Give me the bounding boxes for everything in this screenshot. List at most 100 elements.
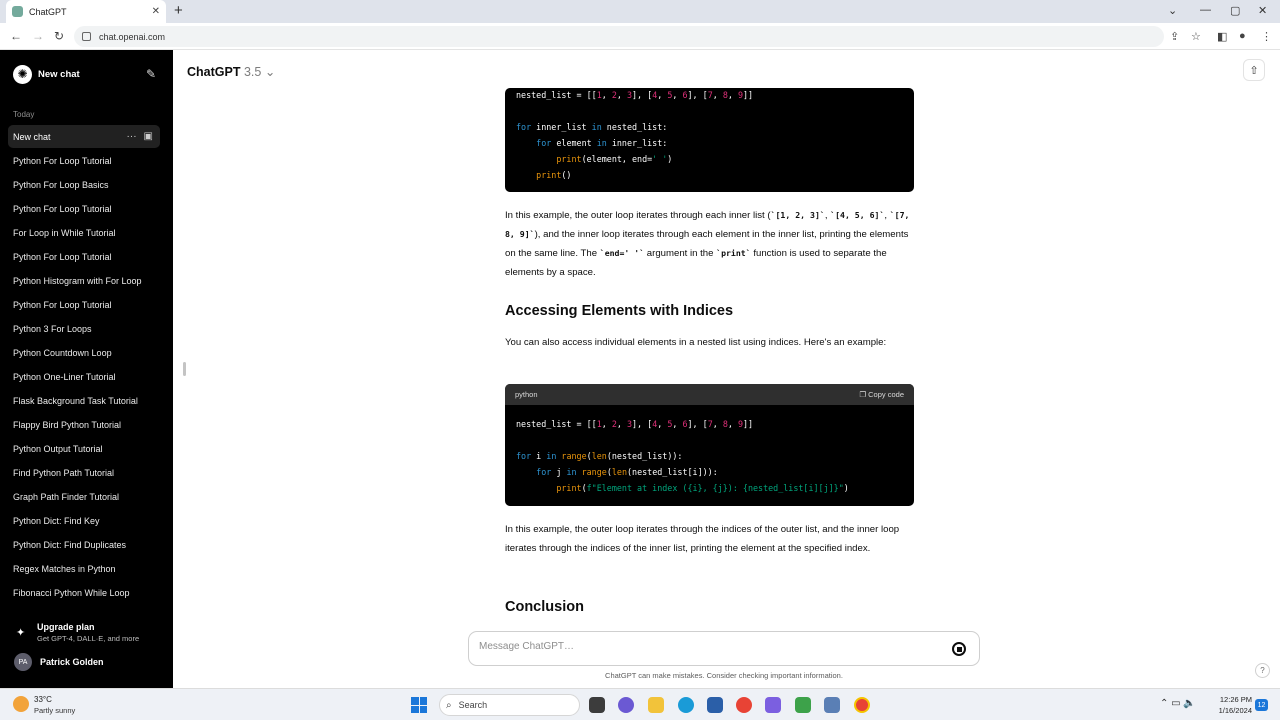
clock-time[interactable]: 12:26 PM — [1218, 695, 1252, 704]
code-block: python ❐ Copy code nested_list = [[1, 2,… — [505, 384, 914, 506]
browser-menu-icon[interactable]: ⋮ — [1261, 30, 1272, 43]
code-line: for j in range(len(nested_list[i])): — [536, 467, 718, 477]
section-today-label: Today — [13, 110, 35, 119]
upgrade-subtitle: Get GPT-4, DALL·E, and more — [37, 634, 140, 643]
inline-code: `[1, 2, 3]` — [770, 210, 825, 220]
compose-icon[interactable]: ✎ — [146, 67, 156, 81]
new-chat-label: New chat — [38, 68, 80, 80]
notification-badge[interactable]: 12 — [1255, 699, 1268, 711]
text-run: In this example, the outer loop iterates… — [505, 210, 771, 221]
sidebar-chat-item[interactable]: Python Output Tutorial — [13, 442, 161, 456]
taskbar-search-label: Search — [458, 700, 488, 710]
tab-title: ChatGPT — [29, 6, 67, 17]
code-line: print(element, end=' ') — [556, 154, 673, 164]
inline-code: `[4, 5, 6]` — [830, 210, 885, 220]
sidebar-chat-item[interactable]: Python Dict: Find Key — [13, 514, 161, 528]
sidebar-chat-item[interactable]: Python Countdown Loop — [13, 346, 161, 360]
sidebar-chat-item[interactable]: Flask Background Task Tutorial — [13, 394, 161, 408]
response-paragraph: You can also access individual elements … — [505, 337, 887, 348]
volume-icon[interactable]: 🔈 — [1183, 698, 1195, 709]
inline-code: `end=' '` — [599, 248, 645, 258]
browser-tab[interactable]: ChatGPT ✕ — [6, 0, 166, 23]
tab-search-icon[interactable]: ⌄ — [1168, 4, 1177, 17]
sidebar-chat-item[interactable]: Python 3 For Loops — [13, 322, 161, 336]
copy-code-button[interactable]: ❐ Copy code — [859, 390, 904, 399]
site-info-icon[interactable] — [82, 32, 91, 41]
stop-generating-button[interactable] — [952, 642, 966, 656]
sidebar-chat-item[interactable]: Python For Loop Tutorial — [13, 154, 161, 168]
chevron-up-icon[interactable]: ⌃ — [1160, 698, 1168, 709]
window-close-icon[interactable]: ✕ — [1258, 4, 1267, 17]
sidebar-chat-item[interactable]: Python For Loop Tutorial — [13, 202, 161, 216]
sidebar-chat-item[interactable]: Python For Loop Tutorial — [13, 250, 161, 264]
weather-sun-icon[interactable] — [13, 696, 29, 712]
message-composer — [468, 631, 980, 666]
code-line: print() — [536, 170, 572, 180]
help-button[interactable]: ? — [1255, 663, 1270, 678]
sidebar-chat-item[interactable]: Python One-Liner Tutorial — [13, 370, 161, 384]
new-chat-button[interactable]: ✺ New chat ✎ — [8, 60, 160, 88]
code-line: for i in range(len(nested_list)): — [516, 451, 683, 461]
bookmark-star-icon[interactable]: ☆ — [1191, 30, 1201, 43]
edge-browser-icon[interactable] — [678, 697, 694, 713]
code-block-header: python ❐ Copy code — [505, 384, 914, 405]
code-line: nested_list = [[1, 2, 3], [4, 5, 6], [7,… — [516, 419, 754, 429]
store-icon[interactable] — [707, 697, 723, 713]
notepad-icon[interactable] — [795, 697, 811, 713]
chrome-icon[interactable] — [736, 697, 752, 713]
sidebar-collapse-handle[interactable] — [183, 362, 186, 376]
share-page-icon[interactable]: ⇪ — [1170, 30, 1179, 43]
chrome-active-icon[interactable] — [854, 697, 870, 713]
sidebar: ✺ New chat ✎ Today New chat ··· ▣ Python… — [0, 50, 173, 688]
upgrade-plan-button[interactable]: ✦ Upgrade plan Get GPT-4, DALL·E, and mo… — [14, 621, 164, 645]
profile-icon[interactable]: ● — [1239, 30, 1246, 42]
sparkle-icon: ✦ — [16, 627, 26, 639]
browser-tabstrip: ChatGPT ✕ + ⌄ — ▢ ✕ — [0, 0, 1280, 23]
network-icon[interactable]: ▭ — [1171, 698, 1180, 709]
user-menu[interactable]: PA Patrick Golden — [14, 653, 104, 671]
model-selector[interactable]: ChatGPT 3.5 ⌄ — [187, 64, 275, 79]
windows-start-icon[interactable] — [411, 697, 427, 713]
model-name: ChatGPT — [187, 65, 241, 79]
message-input[interactable] — [479, 641, 919, 652]
sidebar-chat-item[interactable]: Flappy Bird Python Tutorial — [13, 418, 161, 432]
taskbar-search[interactable]: ⌕ Search — [439, 694, 580, 716]
sidebar-chat-item[interactable]: For Loop in While Tutorial — [13, 226, 161, 240]
sidebar-chat-item[interactable]: Find Python Path Tutorial — [13, 466, 161, 480]
reload-icon[interactable]: ↻ — [54, 29, 64, 43]
back-icon[interactable]: ← — [10, 29, 22, 43]
copy-code-label: Copy code — [868, 390, 904, 399]
maximize-icon[interactable]: ▢ — [1230, 4, 1240, 17]
remote-desktop-icon[interactable] — [824, 697, 840, 713]
sidebar-chat-item[interactable]: Python For Loop Basics — [13, 178, 161, 192]
tab-close-icon[interactable]: ✕ — [152, 6, 160, 17]
sidebar-chat-item[interactable]: Python Dict: Find Duplicates — [13, 538, 161, 552]
stop-icon — [956, 646, 962, 652]
archive-icon[interactable]: ▣ — [144, 131, 153, 142]
sidebar-chat-item[interactable]: Graph Path Finder Tutorial — [13, 490, 161, 504]
model-version: 3.5 — [243, 65, 262, 79]
code-line: nested_list = [[1, 2, 3], [4, 5, 6], [7,… — [516, 90, 754, 100]
system-tray[interactable]: ⌃ ▭ 🔈 — [1160, 698, 1196, 709]
task-view-icon[interactable] — [589, 697, 605, 713]
minimize-icon[interactable]: — — [1200, 4, 1211, 16]
forward-icon[interactable]: → — [32, 29, 44, 43]
address-bar[interactable]: chat.openai.com — [74, 26, 1164, 47]
side-panel-icon[interactable]: ◧ — [1217, 30, 1227, 43]
sidebar-item-active[interactable]: New chat ··· ▣ — [8, 125, 160, 148]
sidebar-chat-item[interactable]: Python Histogram with For Loop — [13, 274, 161, 288]
user-name: Patrick Golden — [40, 657, 104, 667]
clock-date[interactable]: 1/16/2024 — [1210, 706, 1252, 715]
more-options-icon[interactable]: ··· — [127, 131, 137, 142]
section-heading: Accessing Elements with Indices — [505, 303, 734, 319]
app-icon[interactable] — [765, 697, 781, 713]
share-chat-button[interactable]: ⇧ — [1243, 59, 1265, 81]
file-explorer-icon[interactable] — [648, 697, 664, 713]
sidebar-chat-item[interactable]: Python For Loop Tutorial — [13, 298, 161, 312]
openai-logo-icon: ✺ — [13, 64, 32, 84]
new-tab-button[interactable]: + — [174, 3, 183, 19]
sidebar-chat-item[interactable]: Fibonacci Python While Loop — [13, 586, 161, 600]
disclaimer-text: ChatGPT can make mistakes. Consider chec… — [605, 671, 843, 680]
sidebar-chat-item[interactable]: Regex Matches in Python — [13, 562, 161, 576]
chat-app-icon[interactable] — [618, 697, 634, 713]
